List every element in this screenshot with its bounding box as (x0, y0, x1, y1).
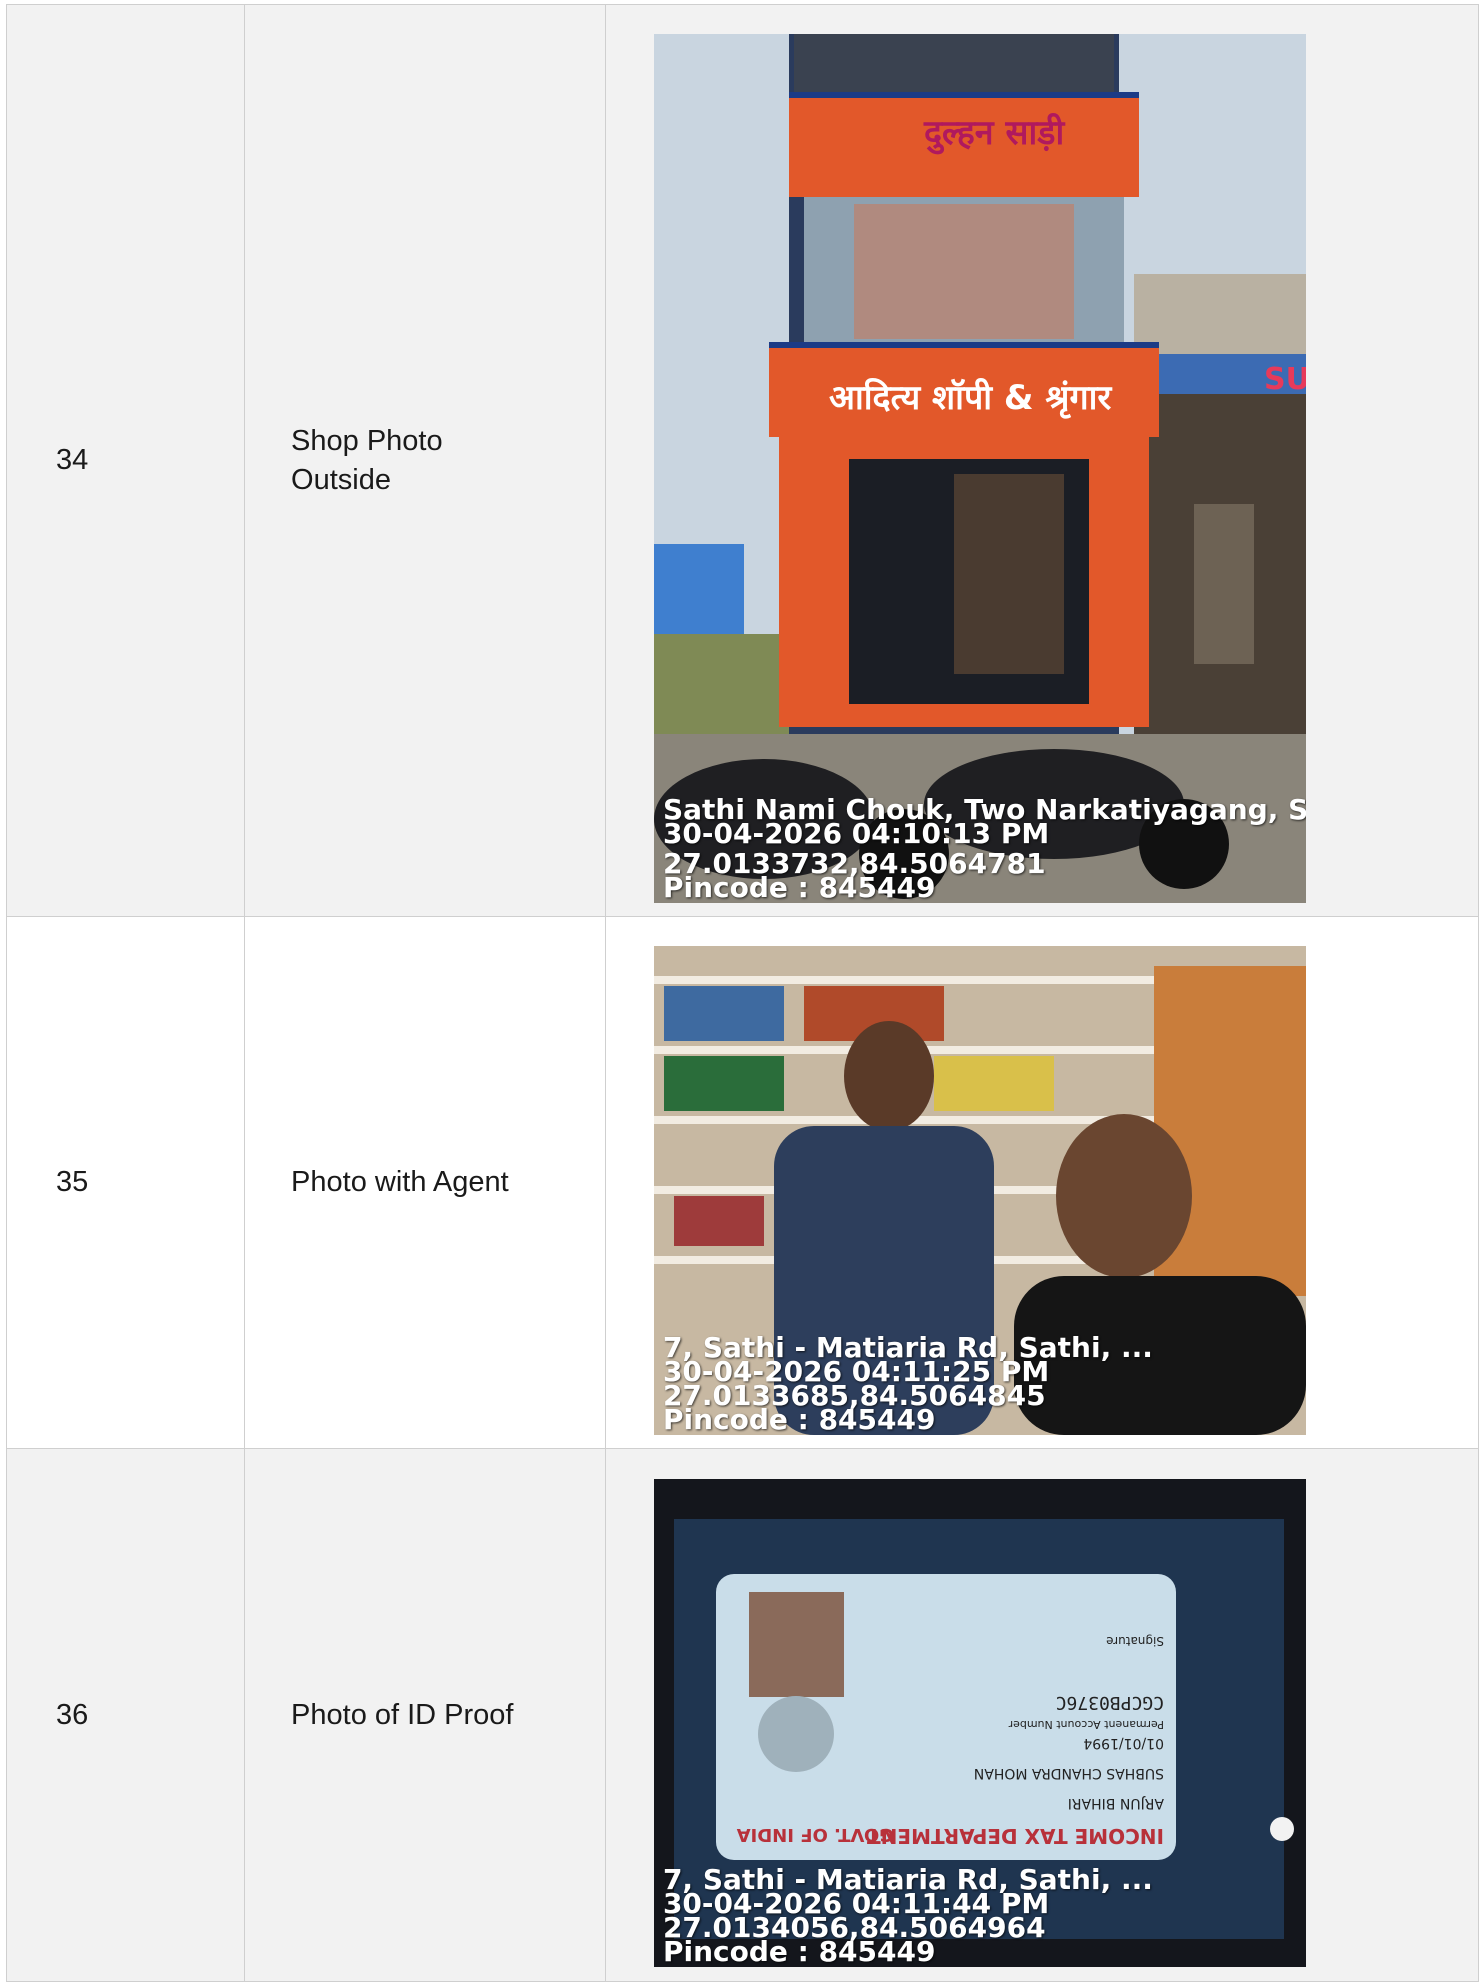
photo-stamp: 7, Sathi - Matiaria Rd, Sathi, ... 30-04… (662, 1334, 1153, 1435)
card-father: ARJUN BIHARI (1068, 1795, 1164, 1811)
row-number: 36 (5, 1448, 246, 1982)
row-label: Photo of ID Proof (244, 1448, 606, 1982)
photo-stamp: Sathi Nami Chouk, Two Narkatiyagang, Sat… (663, 796, 1306, 902)
card-govt: GOVT. OF INDIA (737, 1824, 894, 1845)
card-pan: CGCPB0376C (1056, 1692, 1164, 1713)
card-dob: 01/01/1994 (1083, 1735, 1164, 1751)
card-dept: INCOME TAX DEPARTMENT (867, 1824, 1164, 1848)
row-label: Shop Photo Outside (244, 4, 606, 917)
photo-cell: दुल्हन साड़ी आदित्य शॉपी & श्रृंगार SUP … (604, 4, 1479, 917)
card-name: SUBHAS CHANDRA MOHAN (974, 1765, 1164, 1781)
table-row: 34 Shop Photo Outside दुल्हन साड़ी आदित्… (5, 4, 1479, 917)
row-label: Photo with Agent (244, 916, 606, 1449)
stamp-pincode: Pincode : 845449 (662, 1935, 936, 1967)
sign-side: SUP (1264, 362, 1306, 397)
row-number: 34 (5, 4, 246, 917)
stamp-pincode: Pincode : 845449 (662, 1403, 936, 1435)
table-row: 35 Photo with Agent 7, Sathi - Matiaria … (5, 916, 1479, 1449)
sign-middle: आदित्य शॉपी & श्रृंगार (829, 377, 1112, 419)
table-row: 36 Photo of ID Proof INCOME TAX DEPARTME… (5, 1448, 1479, 1982)
photo-stamp: 7, Sathi - Matiaria Rd, Sathi, ... 30-04… (662, 1866, 1153, 1967)
row-number: 35 (5, 916, 246, 1449)
verification-table: 34 Shop Photo Outside दुल्हन साड़ी आदित्… (5, 4, 1479, 1982)
photo-cell: 7, Sathi - Matiaria Rd, Sathi, ... 30-04… (604, 916, 1479, 1449)
photo-cell: INCOME TAX DEPARTMENT GOVT. OF INDIA ARJ… (604, 1448, 1479, 1982)
sign-top: दुल्हन साड़ी (923, 112, 1065, 155)
card-sign-label: Signature (1106, 1634, 1164, 1648)
agent-photo[interactable]: 7, Sathi - Matiaria Rd, Sathi, ... 30-04… (653, 946, 1306, 1435)
shop-photo-image: दुल्हन साड़ी आदित्य शॉपी & श्रृंगार SUP (653, 34, 1306, 903)
stamp-coords: 27.0134056,84.5064964 (662, 1911, 1046, 1944)
id-proof-photo[interactable]: INCOME TAX DEPARTMENT GOVT. OF INDIA ARJ… (653, 1479, 1306, 1967)
card-pan-label: Permanent Account Number (1008, 1718, 1164, 1731)
row-label-text: Shop Photo Outside (291, 424, 443, 496)
shop-photo[interactable]: दुल्हन साड़ी आदित्य शॉपी & श्रृंगार SUP … (653, 34, 1306, 903)
